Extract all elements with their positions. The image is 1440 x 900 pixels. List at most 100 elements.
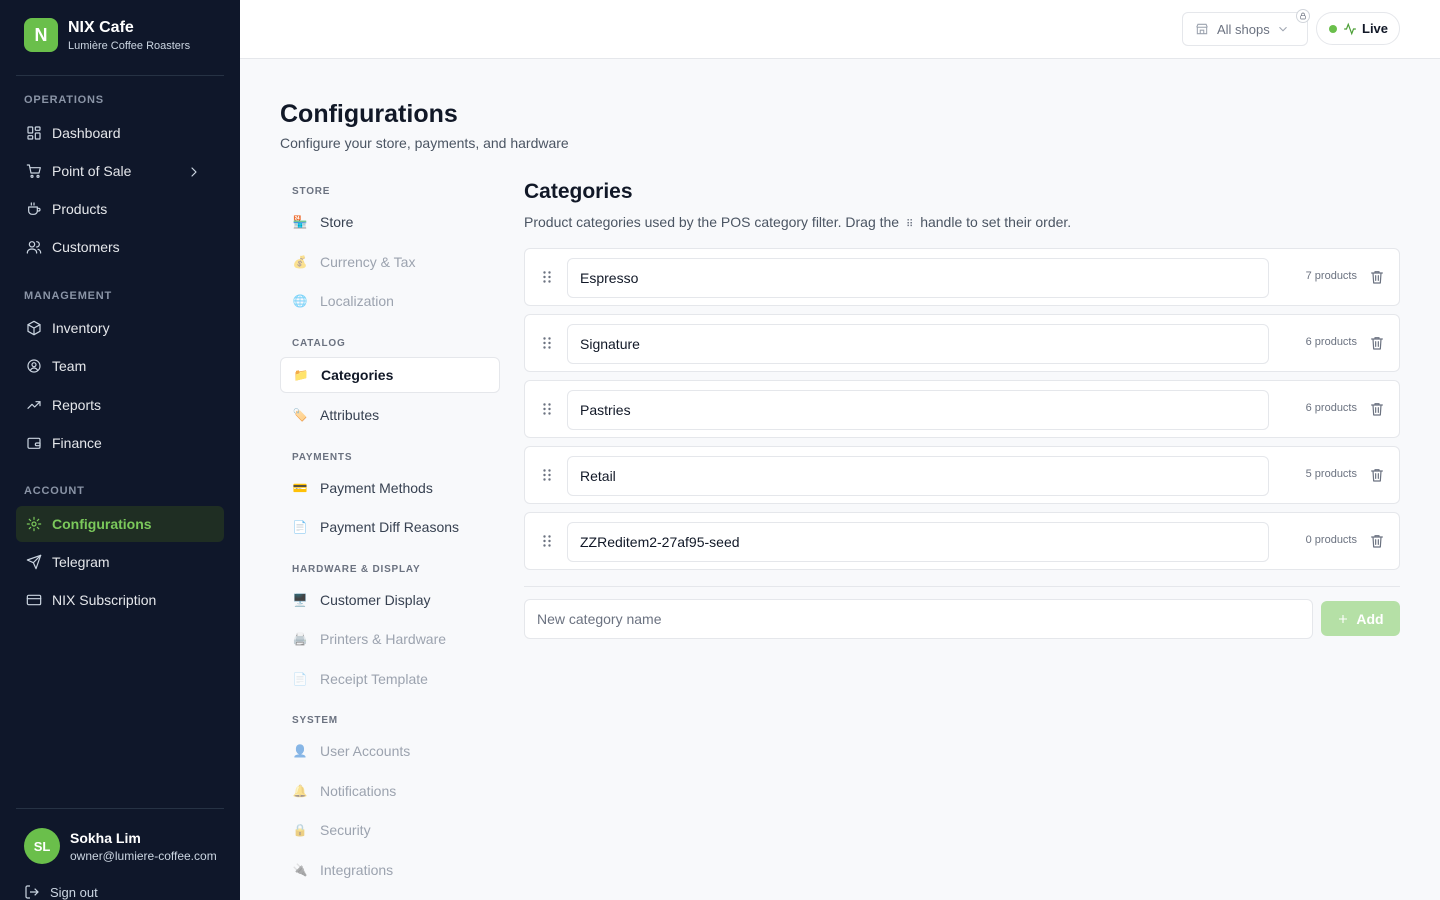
page-title: Configurations (280, 100, 458, 128)
settings-item-receipt-template[interactable]: 📄 Receipt Template (280, 661, 500, 697)
shop-select[interactable]: All shops (1182, 12, 1308, 46)
brand-subtitle: Lumière Coffee Roasters (68, 39, 191, 52)
page-subtitle: Configure your store, payments, and hard… (280, 135, 569, 151)
settings-item-label: Security (320, 822, 371, 838)
document-icon: 📄 (292, 520, 308, 534)
sidebar-item-telegram[interactable]: Telegram (16, 544, 224, 580)
drag-handle-icon[interactable] (539, 335, 555, 351)
new-category-input[interactable] (524, 599, 1313, 639)
section-label-account: ACCOUNT (24, 485, 85, 497)
settings-item-label: Payment Diff Reasons (320, 519, 460, 535)
settings-item-customer-display[interactable]: 🖥️ Customer Display (280, 582, 500, 618)
add-button-label: Add (1356, 610, 1384, 627)
box-icon (27, 320, 41, 336)
settings-item-payment-methods[interactable]: 💳 Payment Methods (280, 470, 500, 506)
shop-select-value: All shops (1217, 21, 1270, 37)
folder-icon: 📁 (293, 368, 309, 382)
settings-item-categories[interactable]: 📁 Categories (280, 357, 500, 393)
settings-item-store[interactable]: 🏪 Store (280, 204, 500, 240)
settings-item-printers-hardware[interactable]: 🖨️ Printers & Hardware (280, 621, 500, 657)
brand-logo: N (24, 18, 58, 52)
user-profile[interactable]: SL Sokha Lim owner@lumiere-coffee.com (24, 828, 217, 864)
lock-icon (1300, 12, 1306, 20)
category-name-input[interactable] (567, 324, 1269, 364)
category-name-input[interactable] (567, 456, 1269, 496)
drag-handle-icon[interactable] (539, 467, 555, 483)
sign-out-label: Sign out (50, 884, 98, 900)
send-icon (26, 554, 42, 570)
divider (524, 586, 1400, 587)
settings-item-label: Receipt Template (320, 671, 428, 687)
sidebar-item-products[interactable]: Products (16, 191, 224, 227)
drag-handle-icon[interactable] (539, 533, 555, 549)
sidebar-item-label: Finance (52, 435, 102, 451)
trash-icon[interactable] (1369, 533, 1385, 549)
sidebar-item-finance[interactable]: Finance (16, 425, 224, 461)
sidebar-item-label: NIX Subscription (52, 592, 157, 608)
sign-out-button[interactable]: Sign out (24, 884, 98, 900)
sidebar-item-label: Telegram (52, 554, 110, 570)
drag-handle-icon[interactable] (539, 269, 555, 285)
sidebar: N NIX Cafe Lumière Coffee Roasters OPERA… (0, 0, 240, 900)
credit-card-icon: 💳 (292, 481, 308, 495)
trash-icon[interactable] (1369, 401, 1385, 417)
category-row: 6 products (524, 314, 1400, 372)
trash-icon[interactable] (1369, 269, 1385, 285)
live-dot (1329, 24, 1337, 33)
cup-icon (28, 202, 41, 215)
plus-icon (1339, 614, 1348, 623)
categories-title: Categories (524, 180, 633, 203)
user-name: Sokha Lim (70, 829, 141, 846)
drag-handle-icon[interactable] (539, 401, 555, 417)
trash-icon[interactable] (1369, 467, 1385, 483)
sidebar-item-reports[interactable]: Reports (16, 387, 224, 423)
printer-icon: 🖨️ (292, 632, 308, 646)
settings-item-notifications[interactable]: 🔔 Notifications (280, 773, 500, 809)
product-count: 0 products (1305, 534, 1357, 546)
receipt-icon: 📄 (292, 672, 308, 686)
sidebar-item-label: Team (52, 358, 87, 374)
settings-item-label: Payment Methods (320, 480, 433, 496)
settings-item-currency-tax[interactable]: 💰 Currency & Tax (280, 244, 500, 280)
lock-icon: 🔒 (292, 823, 308, 837)
settings-item-label: Currency & Tax (320, 254, 416, 270)
sidebar-item-label: Dashboard (52, 125, 121, 141)
settings-item-label: Localization (320, 293, 394, 309)
settings-item-localization[interactable]: 🌐 Localization (280, 283, 500, 319)
settings-group-store: STORE (292, 186, 331, 197)
brand[interactable]: N NIX Cafe Lumière Coffee Roasters (24, 18, 190, 52)
sidebar-item-configurations[interactable]: Configurations (16, 506, 224, 542)
settings-item-user-accounts[interactable]: 👤 User Accounts (280, 733, 500, 769)
category-row: 5 products (524, 446, 1400, 504)
settings-item-integrations[interactable]: 🔌 Integrations (280, 852, 500, 888)
add-category-button[interactable]: Add (1321, 601, 1400, 636)
settings-group-catalog: CATALOG (292, 338, 346, 349)
monitor-icon: 🖥️ (292, 593, 308, 607)
settings-item-security[interactable]: 🔒 Security (280, 812, 500, 848)
live-status-button[interactable]: Live (1316, 12, 1400, 45)
wallet-icon (27, 437, 41, 449)
user-email: owner@lumiere-coffee.com (70, 848, 217, 863)
cart-icon (26, 164, 41, 178)
sidebar-item-customers[interactable]: Customers (16, 229, 224, 265)
sidebar-item-nix-subscription[interactable]: NIX Subscription (16, 582, 224, 618)
product-count: 6 products (1305, 402, 1357, 414)
category-row: 6 products (524, 380, 1400, 438)
user-circle-icon (27, 359, 41, 373)
category-name-input[interactable] (567, 258, 1269, 298)
category-name-input[interactable] (567, 390, 1269, 430)
category-name-input[interactable] (567, 522, 1269, 562)
sidebar-divider (16, 75, 224, 76)
sidebar-item-inventory[interactable]: Inventory (16, 310, 224, 346)
sidebar-item-point-of-sale[interactable]: Point of Sale (16, 153, 224, 189)
brand-name: NIX Cafe (68, 18, 134, 36)
sidebar-item-dashboard[interactable]: Dashboard (16, 115, 224, 151)
sidebar-item-team[interactable]: Team (16, 348, 224, 384)
settings-item-attributes[interactable]: 🏷️ Attributes (280, 397, 500, 433)
settings-item-payment-diff-reasons[interactable]: 📄 Payment Diff Reasons (280, 509, 500, 545)
chevron-down-icon (1278, 26, 1287, 32)
product-count: 7 products (1305, 270, 1357, 282)
trash-icon[interactable] (1369, 335, 1385, 351)
settings-group-hardware-display: HARDWARE & DISPLAY (292, 564, 421, 575)
sidebar-divider (16, 808, 224, 809)
